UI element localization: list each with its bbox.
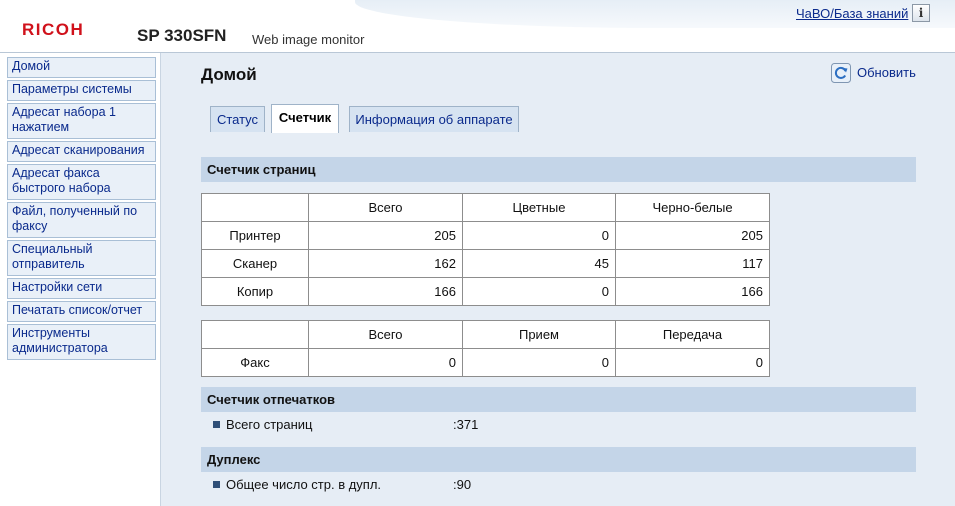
total-pages-label: Всего страниц <box>226 417 313 432</box>
info-icon[interactable]: i <box>912 4 930 22</box>
duplex-pages-row: Общее число стр. в дупл. :90 <box>213 477 471 492</box>
table-row: Факс 0 0 0 <box>201 348 770 377</box>
table-cell: 0 <box>308 348 463 377</box>
tab-status[interactable]: Статус <box>210 106 265 132</box>
bullet-icon <box>213 481 220 488</box>
table-cell: 166 <box>308 277 463 306</box>
tab-device-info[interactable]: Информация об аппарате <box>349 106 519 132</box>
table-cell: 205 <box>308 221 463 250</box>
table-header-row: Всего Цветные Черно-белые <box>201 193 770 222</box>
table-header-row: Всего Прием Передача <box>201 320 770 349</box>
total-pages-row: Всего страниц :371 <box>213 417 478 432</box>
main-content: Домой Обновить Статус Счетчик Информация… <box>161 53 955 506</box>
sidebar-item-home[interactable]: Домой <box>7 57 156 78</box>
column-header: Прием <box>462 320 616 349</box>
table-corner-cell <box>201 320 309 349</box>
table-cell: 205 <box>615 221 770 250</box>
sidebar: Домой Параметры системы Адресат набора 1… <box>0 53 161 506</box>
table-row: Сканер 162 45 117 <box>201 249 770 278</box>
sidebar-item-network-settings[interactable]: Настройки сети <box>7 278 156 299</box>
table-cell: 0 <box>462 221 616 250</box>
page-counter-table: Всего Цветные Черно-белые Принтер 205 0 … <box>201 193 770 306</box>
duplex-pages-value: :90 <box>453 477 472 492</box>
table-cell: 117 <box>615 249 770 278</box>
table-cell: 0 <box>462 277 616 306</box>
tab-bar: Статус Счетчик Информация об аппарате <box>210 104 900 133</box>
column-header: Всего <box>308 193 463 222</box>
tab-counter[interactable]: Счетчик <box>271 104 339 133</box>
header: RICOH SP 330SFN Web image monitor ЧаВО/Б… <box>0 0 955 53</box>
refresh-label: Обновить <box>857 65 916 80</box>
table-cell: 45 <box>462 249 616 278</box>
page-counter-header: Счетчик страниц <box>201 157 916 182</box>
faq-link[interactable]: ЧаВО/База знаний <box>796 6 908 21</box>
duplex-header: Дуплекс <box>201 447 916 472</box>
table-row: Принтер 205 0 205 <box>201 221 770 250</box>
sidebar-item-admin-tools[interactable]: Инструменты администратора <box>7 324 156 360</box>
page-title: Домой <box>201 65 257 84</box>
sidebar-item-speed-dial[interactable]: Адресат набора 1 нажатием <box>7 103 156 139</box>
app-subtitle: Web image monitor <box>252 32 365 47</box>
table-cell: 166 <box>615 277 770 306</box>
print-counter-header: Счетчик отпечатков <box>201 387 916 412</box>
total-pages-value: :371 <box>453 417 479 432</box>
row-label: Копир <box>201 277 309 306</box>
table-corner-cell <box>201 193 309 222</box>
bullet-icon <box>213 421 220 428</box>
ricoh-logo: RICOH <box>22 20 85 39</box>
refresh-icon <box>831 63 851 83</box>
sidebar-item-fax-speed-dial[interactable]: Адресат факса быстрого набора <box>7 164 156 200</box>
sidebar-item-received-fax[interactable]: Файл, полученный по факсу <box>7 202 156 238</box>
fax-counter-table: Всего Прием Передача Факс 0 0 0 <box>201 320 770 377</box>
column-header: Передача <box>615 320 770 349</box>
duplex-pages-label: Общее число стр. в дупл. <box>226 477 382 492</box>
sidebar-item-scan-destination[interactable]: Адресат сканирования <box>7 141 156 162</box>
column-header: Черно-белые <box>615 193 770 222</box>
sidebar-item-print-list[interactable]: Печатать список/отчет <box>7 301 156 322</box>
table-row: Копир 166 0 166 <box>201 277 770 306</box>
table-cell: 162 <box>308 249 463 278</box>
row-label: Факс <box>201 348 309 377</box>
column-header: Всего <box>308 320 463 349</box>
table-cell: 0 <box>462 348 616 377</box>
row-label: Принтер <box>201 221 309 250</box>
column-header: Цветные <box>462 193 616 222</box>
table-cell: 0 <box>615 348 770 377</box>
sidebar-item-special-sender[interactable]: Специальный отправитель <box>7 240 156 276</box>
sidebar-item-system-settings[interactable]: Параметры системы <box>7 80 156 101</box>
model-name: SP 330SFN <box>137 26 227 45</box>
row-label: Сканер <box>201 249 309 278</box>
